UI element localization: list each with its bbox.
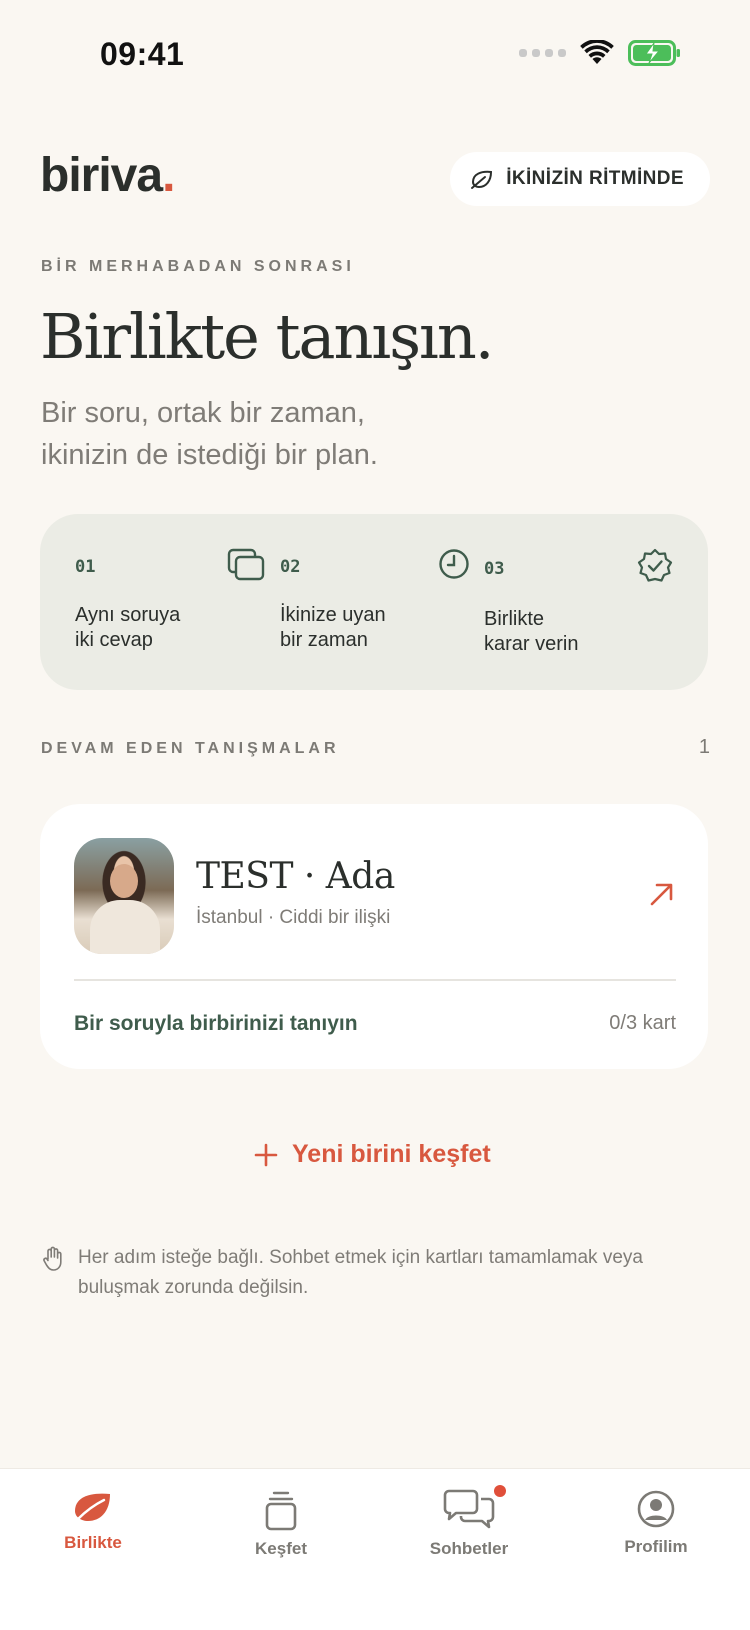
tab-bar: Birlikte Keşfet Sohbetler Profilim [0, 1468, 750, 1630]
match-card[interactable]: TEST · Ada İstanbul · Ciddi bir ilişki B… [40, 804, 708, 1069]
arrow-up-right-icon[interactable] [646, 878, 678, 910]
plus-icon [254, 1143, 278, 1166]
clock-icon [439, 549, 469, 579]
leaf-outline-icon [471, 170, 493, 189]
page-title: Birlikte tanışın. [40, 300, 494, 373]
verified-badge-icon [637, 548, 673, 582]
tab-profilim[interactable]: Profilim [581, 1489, 731, 1557]
rhythm-pill-label: İKİNİZİN RİTMİNDE [506, 168, 684, 189]
match-name: TEST · Ada [196, 856, 395, 897]
discover-label: Yeni birini keşfet [292, 1140, 491, 1168]
step-number-1: 01 [75, 557, 96, 577]
ongoing-section-title: DEVAM EDEN TANIŞMALAR [41, 740, 340, 757]
match-prompt: Bir soruyla birbirinizi tanıyın [74, 1012, 358, 1035]
cards-icon [227, 548, 265, 581]
hero-subtitle: Bir soru, ortak bir zaman, ikinizin de i… [41, 397, 378, 471]
discover-new-button[interactable]: Yeni birini keşfet [254, 1140, 491, 1169]
tab-label: Sohbetler [429, 1539, 509, 1558]
leaf-icon [75, 1493, 110, 1521]
status-time: 09:41 [100, 36, 185, 72]
profile-icon [637, 1490, 675, 1528]
unread-badge [494, 1485, 506, 1497]
tab-kesfet[interactable]: Keşfet [206, 1489, 356, 1559]
steps-card: 01 Aynı soruya iki cevap 02 İkinize uyan b… [40, 514, 708, 690]
ongoing-count: 1 [698, 736, 710, 758]
tab-sohbetler[interactable]: Sohbetler [394, 1485, 544, 1559]
cellular-signal-icon [519, 49, 566, 57]
tab-label: Birlikte [64, 1533, 122, 1552]
status-bar: 09:41 [0, 0, 750, 110]
step-text-3: Birlikte karar verin [484, 608, 579, 655]
app-logo: biriva. [40, 149, 175, 202]
step-text-2: İkinize uyan bir zaman [280, 604, 386, 651]
hero-eyebrow: BİR MERHABADAN SONRASI [41, 258, 355, 275]
chat-bubbles-icon [443, 1489, 495, 1529]
match-progress: 0/3 kart [609, 1012, 676, 1034]
note-text: Her adım isteğe bağlı. Sohbet etmek için… [78, 1247, 643, 1298]
step-number-2: 02 [280, 557, 301, 577]
step-number-3: 03 [484, 559, 505, 579]
tab-label: Keşfet [255, 1539, 307, 1558]
rhythm-mode-pill[interactable]: İKİNİZİN RİTMİNDE [450, 152, 710, 206]
status-icons [519, 40, 682, 66]
info-note: Her adım isteğe bağlı. Sohbet etmek için… [42, 1243, 678, 1303]
match-meta: İstanbul · Ciddi bir ilişki [196, 907, 391, 928]
card-stack-icon [265, 1491, 297, 1531]
battery-charging-icon [628, 40, 680, 66]
step-text-1: Aynı soruya iki cevap [75, 604, 181, 651]
tab-label: Profilim [624, 1537, 688, 1556]
wifi-icon [580, 40, 614, 64]
avatar [74, 838, 174, 954]
card-divider [74, 979, 676, 981]
tab-birlikte[interactable]: Birlikte [18, 1489, 168, 1553]
hand-icon [43, 1246, 62, 1271]
